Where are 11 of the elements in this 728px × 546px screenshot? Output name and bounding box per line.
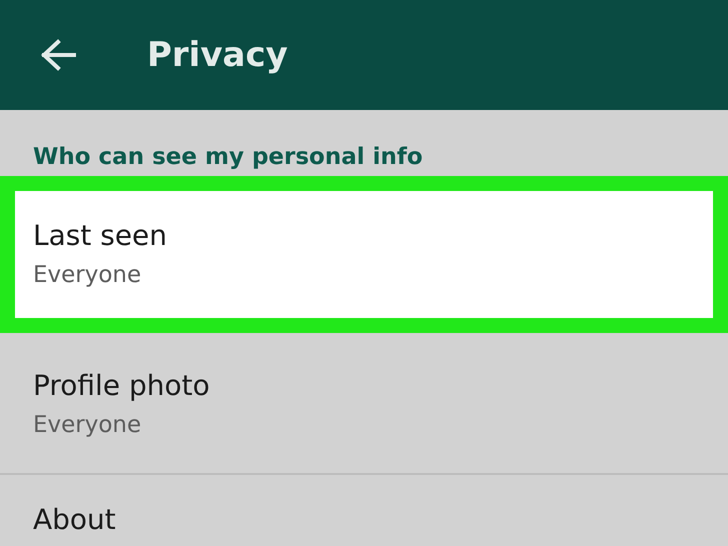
screen-title: Privacy: [147, 35, 288, 75]
section-header: Who can see my personal info: [32, 143, 424, 172]
back-icon[interactable]: [40, 39, 76, 71]
setting-row[interactable]: Profile photo Everyone: [0, 333, 728, 473]
setting-title: About: [33, 503, 117, 536]
setting-value: Everyone: [33, 412, 142, 438]
setting-value: Everyone: [33, 262, 142, 288]
setting-row[interactable]: About: [0, 475, 728, 536]
setting-title: Profile photo: [33, 369, 211, 402]
highlighted-setting-row[interactable]: Last seen Everyone: [0, 176, 728, 333]
setting-title: Last seen: [33, 219, 168, 252]
